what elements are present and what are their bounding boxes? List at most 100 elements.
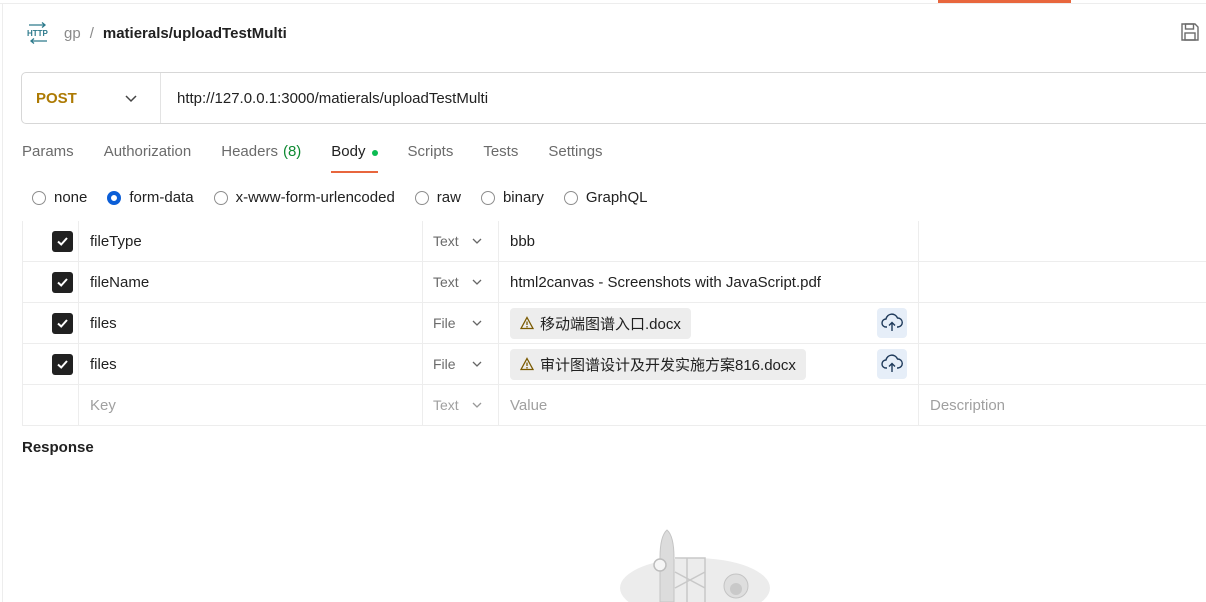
http-request-icon: HTTP (26, 21, 50, 45)
tab-body[interactable]: Body (331, 143, 378, 173)
key-cell[interactable]: fileName (79, 262, 423, 302)
table-row: files File 移动端图谱入口.docx (22, 303, 1206, 344)
save-icon[interactable] (1180, 22, 1202, 44)
type-select[interactable]: File (423, 344, 499, 384)
check-icon (56, 359, 68, 369)
file-name: 审计图谱设计及开发实施方案816.docx (540, 356, 796, 374)
upload-file-button[interactable] (877, 349, 907, 379)
request-name[interactable]: matierals/uploadTestMulti (103, 25, 287, 42)
radio-button[interactable] (213, 190, 228, 205)
tab-authorization[interactable]: Authorization (104, 143, 192, 173)
radio-label: binary (502, 189, 544, 206)
breadcrumb-collection[interactable]: gp (64, 25, 81, 42)
tab-label: Settings (548, 143, 603, 160)
chevron-down-icon (472, 238, 482, 244)
body-type-binary[interactable]: binary (480, 189, 544, 206)
table-row: fileName Text html2canvas - Screenshots … (22, 262, 1206, 303)
description-input[interactable]: Description (919, 385, 1206, 425)
tab-label: Params (22, 143, 74, 160)
check-icon (56, 277, 68, 287)
type-label: File (433, 356, 456, 372)
key-input[interactable]: Key (79, 385, 423, 425)
warning-icon (520, 357, 534, 371)
type-select[interactable]: Text (423, 385, 499, 425)
table-row: files File 审计图谱设计及开发实施方案816.docx (22, 344, 1206, 385)
key-cell[interactable]: fileType (79, 221, 423, 261)
tab-label: Headers (221, 143, 278, 160)
chevron-down-icon (472, 279, 482, 285)
radio-label: x-www-form-urlencoded (235, 189, 395, 206)
row-enabled-checkbox[interactable] (51, 353, 73, 375)
type-select[interactable]: Text (423, 262, 499, 302)
method-select[interactable]: POST (22, 73, 161, 123)
row-enabled-checkbox[interactable] (51, 312, 73, 334)
request-tabs: Params Authorization Headers (8) Body Scr… (22, 143, 633, 173)
tab-label: Scripts (407, 143, 454, 160)
chevron-down-icon (125, 95, 137, 103)
key-cell[interactable]: files (79, 344, 423, 384)
cloud-upload-icon (881, 313, 903, 331)
description-cell[interactable] (919, 303, 1206, 343)
chevron-down-icon (472, 320, 482, 326)
chevron-down-icon (472, 361, 482, 367)
tab-label: Authorization (103, 143, 192, 160)
rocket-illustration (620, 529, 770, 602)
left-divider (2, 3, 3, 602)
headers-count: (8) (282, 143, 302, 160)
body-type-form-data[interactable]: form-data (107, 189, 194, 206)
type-label: Text (433, 397, 459, 413)
row-enabled-checkbox[interactable] (51, 230, 73, 252)
cloud-upload-icon (881, 354, 903, 372)
request-url-bar: POST http://127.0.0.1:3000/matierals/upl… (21, 72, 1206, 124)
type-select[interactable]: Text (423, 221, 499, 261)
radio-button[interactable] (414, 190, 429, 205)
radio-button[interactable] (480, 190, 495, 205)
value-cell: 移动端图谱入口.docx (499, 303, 919, 343)
empty-checkbox-cell (22, 385, 79, 425)
top-divider (0, 3, 1206, 4)
radio-button-selected[interactable] (107, 190, 122, 205)
radio-button[interactable] (563, 190, 578, 205)
body-type-urlencoded[interactable]: x-www-form-urlencoded (213, 189, 395, 206)
radio-label: raw (436, 189, 461, 206)
tab-label: Tests (483, 143, 519, 160)
file-chip[interactable]: 审计图谱设计及开发实施方案816.docx (510, 348, 806, 380)
radio-label: form-data (129, 189, 194, 206)
value-cell[interactable]: html2canvas - Screenshots with JavaScrip… (499, 262, 919, 302)
chevron-down-icon (472, 402, 482, 408)
new-row: Key Text Value Description (22, 385, 1206, 426)
tab-headers[interactable]: Headers (8) (221, 143, 301, 173)
radio-label: GraphQL (585, 189, 648, 206)
warning-icon (520, 316, 534, 330)
svg-text:HTTP: HTTP (27, 29, 49, 38)
value-input[interactable]: Value (499, 385, 919, 425)
body-type-selector: none form-data x-www-form-urlencoded raw… (32, 189, 668, 206)
description-cell[interactable] (919, 262, 1206, 302)
type-label: Text (433, 274, 459, 290)
file-name: 移动端图谱入口.docx (540, 315, 681, 333)
tab-settings[interactable]: Settings (548, 143, 602, 173)
type-label: Text (433, 233, 459, 249)
breadcrumb: HTTP gp / matierals/uploadTestMulti (26, 20, 287, 46)
value-cell[interactable]: bbb (499, 221, 919, 261)
tab-scripts[interactable]: Scripts (408, 143, 454, 173)
method-label: POST (36, 89, 77, 107)
response-title: Response (22, 439, 94, 456)
row-enabled-checkbox[interactable] (51, 271, 73, 293)
type-select[interactable]: File (423, 303, 499, 343)
body-type-none[interactable]: none (32, 189, 87, 206)
url-input[interactable]: http://127.0.0.1:3000/matierals/uploadTe… (161, 90, 488, 107)
upload-file-button[interactable] (877, 308, 907, 338)
key-cell[interactable]: files (79, 303, 423, 343)
table-row: fileType Text bbb (22, 221, 1206, 262)
tab-params[interactable]: Params (22, 143, 74, 173)
radio-label: none (54, 189, 88, 206)
description-cell[interactable] (919, 221, 1206, 261)
body-type-raw[interactable]: raw (414, 189, 461, 206)
form-data-table: fileType Text bbb fileName Text html2can… (22, 221, 1206, 426)
description-cell[interactable] (919, 344, 1206, 384)
file-chip[interactable]: 移动端图谱入口.docx (510, 307, 691, 339)
tab-tests[interactable]: Tests (483, 143, 518, 173)
body-type-graphql[interactable]: GraphQL (563, 189, 648, 206)
radio-button[interactable] (32, 190, 46, 205)
